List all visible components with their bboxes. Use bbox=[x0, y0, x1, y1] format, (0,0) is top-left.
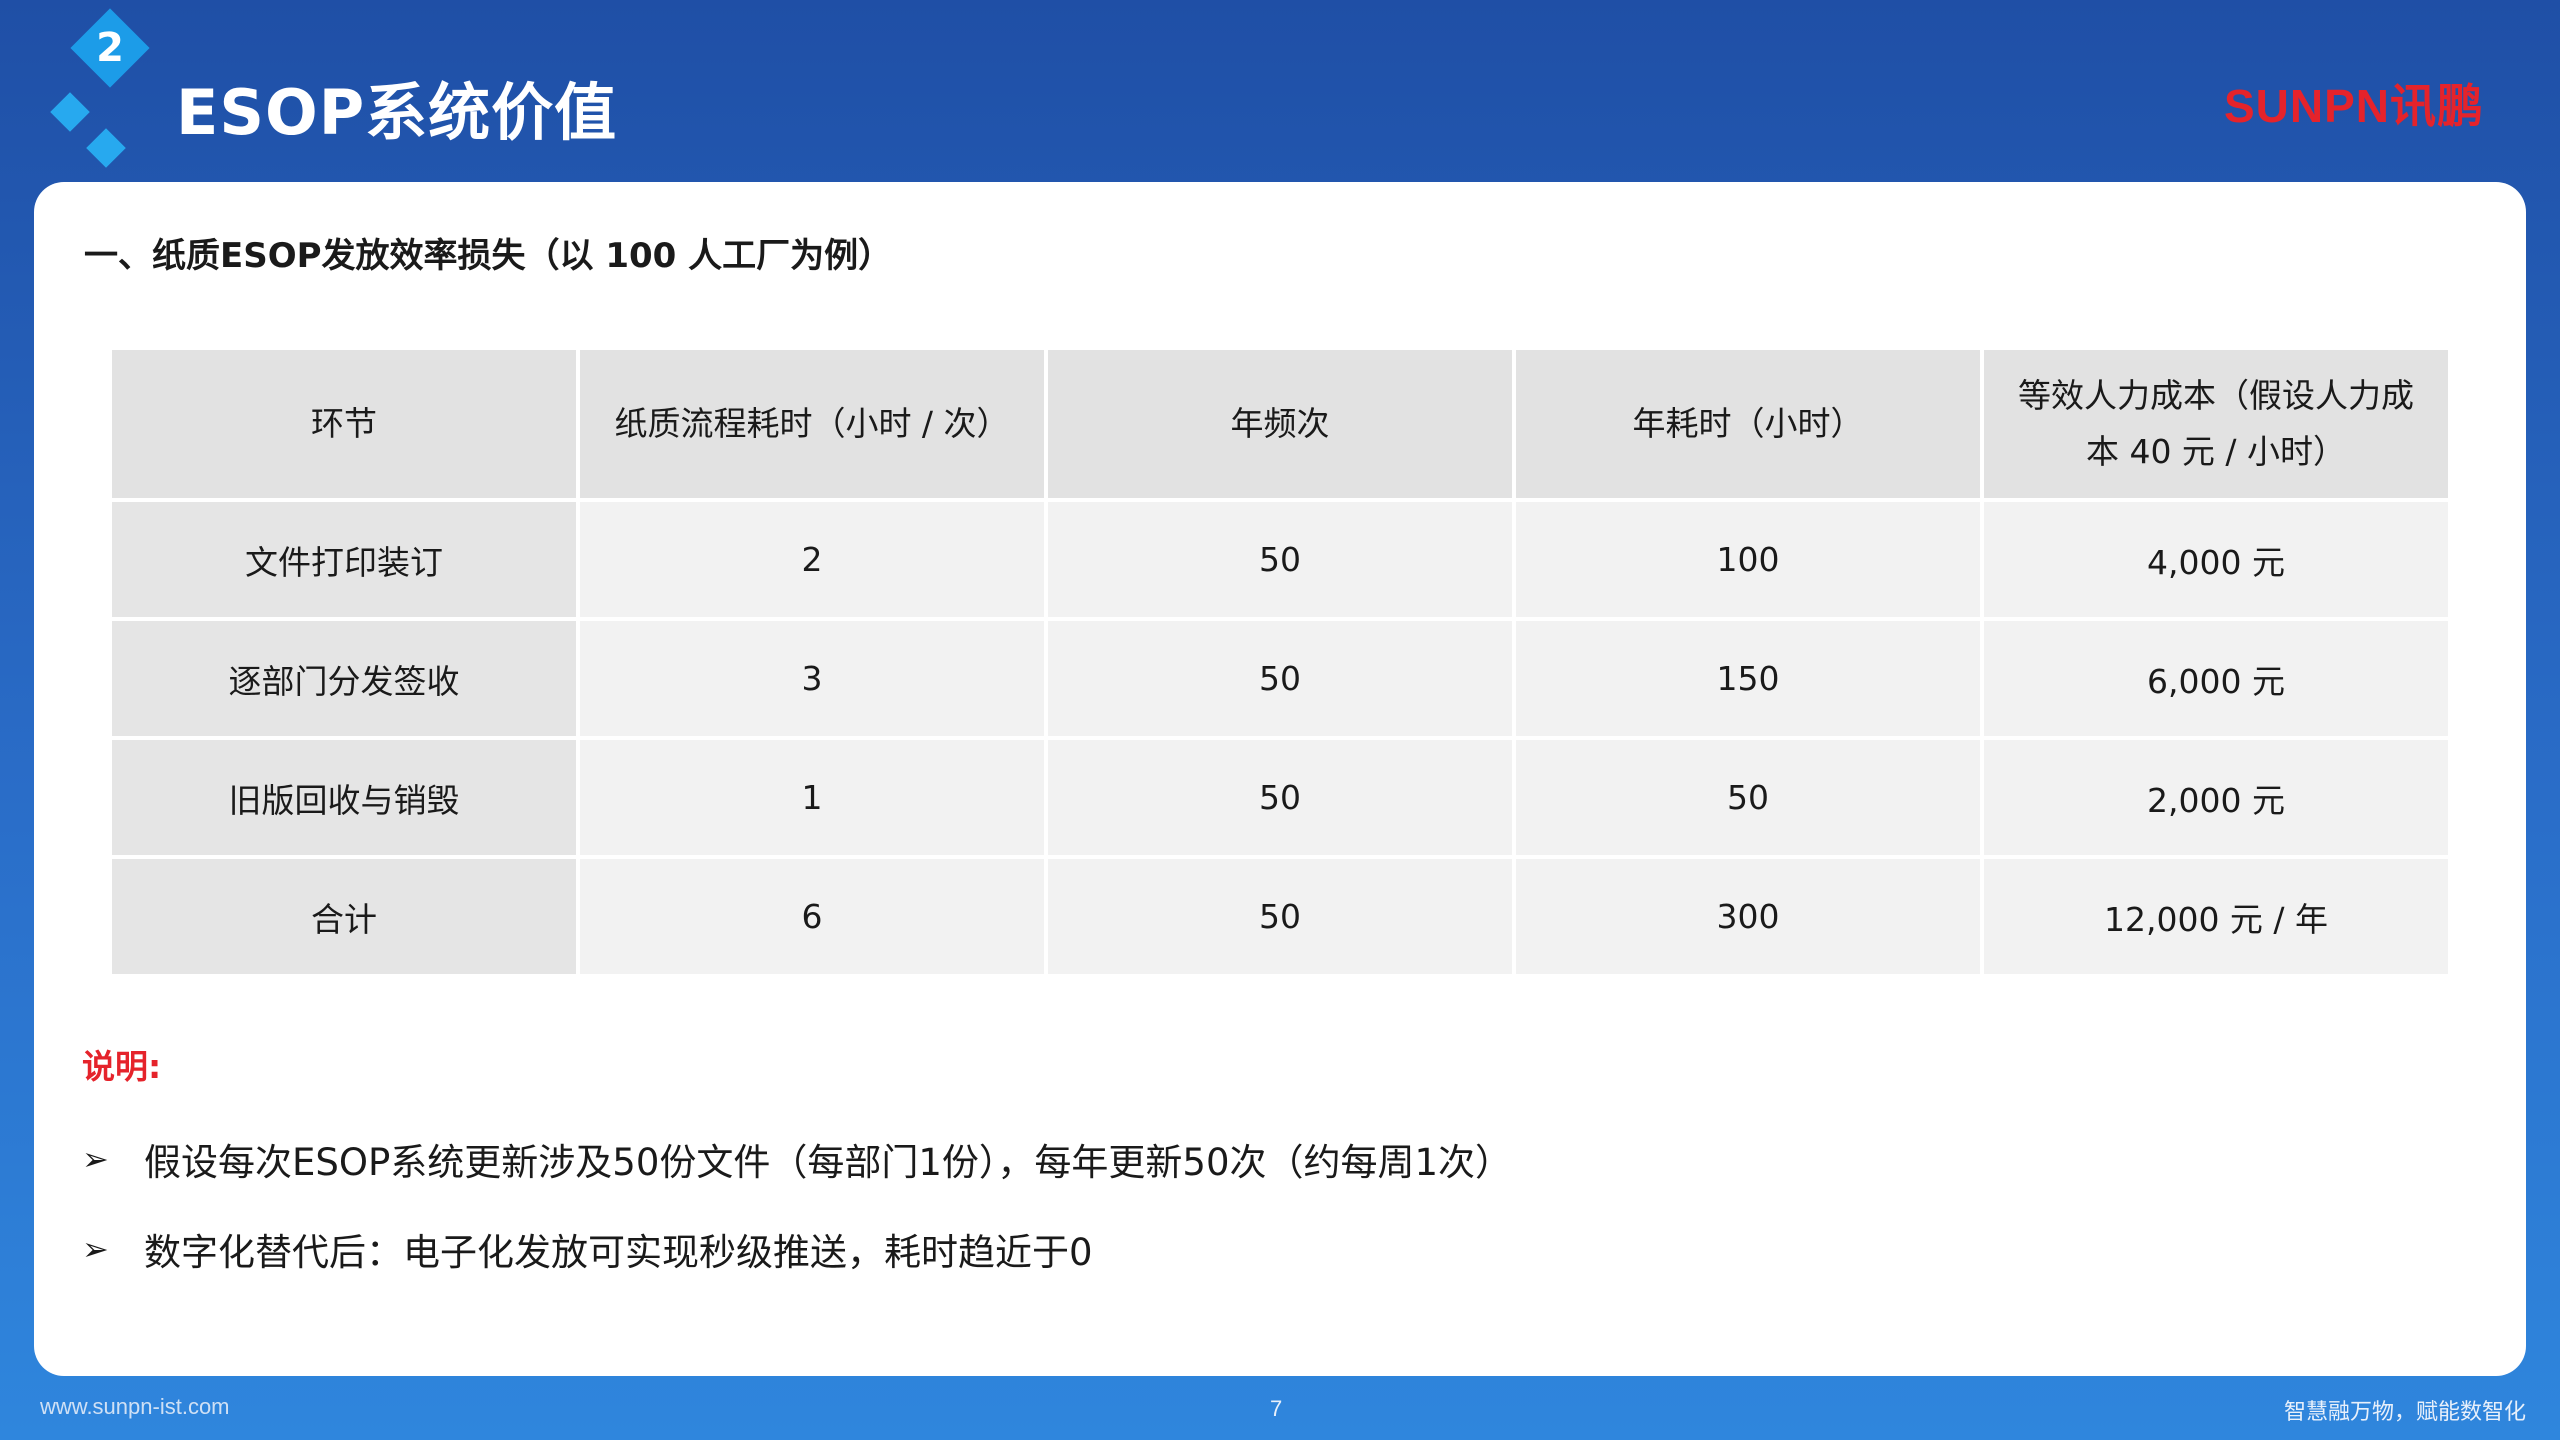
content-card: 一、纸质ESOP发放效率损失（以 100 人工厂为例） 环节 纸质流程耗时（小时… bbox=[34, 182, 2526, 1376]
table-cell: 逐部门分发签收 bbox=[108, 617, 580, 740]
footer-url: www.sunpn-ist.com bbox=[40, 1394, 230, 1419]
note-text: 数字化替代后：电子化发放可实现秒级推送，耗时趋近于0 bbox=[144, 1231, 1093, 1274]
arrow-bullet-icon: ➢ bbox=[82, 1230, 109, 1268]
table-header-cell: 年频次 bbox=[1044, 346, 1516, 502]
table-header-cell: 纸质流程耗时（小时 / 次） bbox=[576, 346, 1048, 502]
table-cell: 旧版回收与销毁 bbox=[108, 736, 580, 859]
section-heading: 一、纸质ESOP发放效率损失（以 100 人工厂为例） bbox=[84, 236, 893, 276]
table-cell: 50 bbox=[1044, 736, 1516, 859]
table-header-cell: 年耗时（小时） bbox=[1512, 346, 1984, 502]
cost-table: 环节 纸质流程耗时（小时 / 次） 年频次 年耗时（小时） 等效人力成本（假设人… bbox=[108, 346, 2452, 978]
diamond-icon bbox=[50, 92, 90, 132]
arrow-bullet-icon: ➢ bbox=[82, 1140, 109, 1178]
diamond-icon bbox=[86, 128, 126, 168]
page-number: 7 bbox=[1270, 1396, 1283, 1421]
table-cell: 6,000 元 bbox=[1980, 617, 2452, 740]
table-cell: 2,000 元 bbox=[1980, 736, 2452, 859]
page-title: ESOP系统价值 bbox=[176, 76, 618, 149]
table-cell: 50 bbox=[1044, 498, 1516, 621]
table-cell: 6 bbox=[576, 855, 1048, 978]
table-header-cell: 环节 bbox=[108, 346, 580, 502]
table-cell: 100 bbox=[1512, 498, 1984, 621]
table-total-row: 合计 6 50 300 12,000 元 / 年 bbox=[108, 855, 2452, 978]
footer-slogan: 智慧融万物，赋能数智化 bbox=[2283, 1400, 2526, 1425]
table-row: 逐部门分发签收 3 50 150 6,000 元 bbox=[108, 617, 2452, 740]
table-cell: 12,000 元 / 年 bbox=[1980, 855, 2452, 978]
table-row: 文件打印装订 2 50 100 4,000 元 bbox=[108, 498, 2452, 621]
table-cell: 50 bbox=[1044, 855, 1516, 978]
table-cell: 50 bbox=[1512, 736, 1984, 859]
table-header-cell: 等效人力成本（假设人力成本 40 元 / 小时） bbox=[1980, 346, 2452, 502]
table-cell: 文件打印装订 bbox=[108, 498, 580, 621]
table-cell: 合计 bbox=[108, 855, 580, 978]
table-row: 旧版回收与销毁 1 50 50 2,000 元 bbox=[108, 736, 2452, 859]
note-text: 假设每次ESOP系统更新涉及50份文件（每部门1份），每年更新50次（约每周1次… bbox=[144, 1141, 1513, 1184]
table-cell: 4,000 元 bbox=[1980, 498, 2452, 621]
brand-logo: SUNPN讯鹏 bbox=[2223, 80, 2484, 132]
table-cell: 300 bbox=[1512, 855, 1984, 978]
table-header-row: 环节 纸质流程耗时（小时 / 次） 年频次 年耗时（小时） 等效人力成本（假设人… bbox=[108, 346, 2452, 502]
table-cell: 3 bbox=[576, 617, 1048, 740]
section-number: 2 bbox=[96, 25, 124, 71]
table-cell: 150 bbox=[1512, 617, 1984, 740]
section-badge: 2 bbox=[48, 8, 188, 172]
table-cell: 50 bbox=[1044, 617, 1516, 740]
note-item: ➢ 数字化替代后：电子化发放可实现秒级推送，耗时趋近于0 bbox=[82, 1222, 1093, 1276]
note-item: ➢ 假设每次ESOP系统更新涉及50份文件（每部门1份），每年更新50次（约每周… bbox=[82, 1132, 1512, 1186]
table-cell: 1 bbox=[576, 736, 1048, 859]
table-cell: 2 bbox=[576, 498, 1048, 621]
notes-label: 说明: bbox=[82, 1047, 162, 1086]
